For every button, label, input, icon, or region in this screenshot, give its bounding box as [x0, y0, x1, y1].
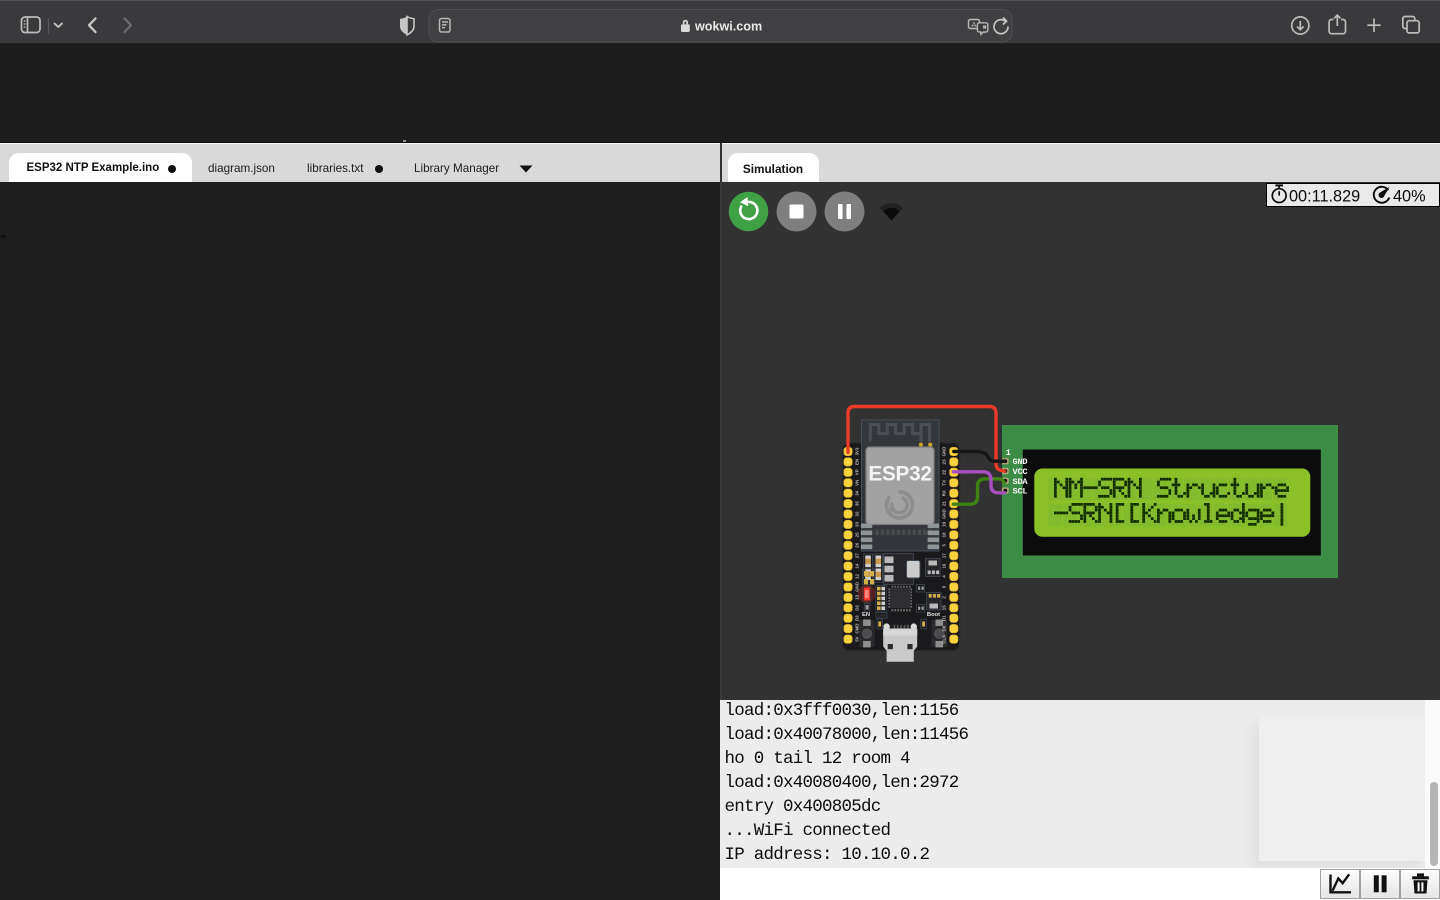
svg-text:12: 12	[855, 574, 860, 579]
svg-text:13: 13	[855, 594, 860, 599]
svg-text:TX: TX	[942, 480, 947, 486]
svg-text:19: 19	[942, 521, 947, 526]
svg-text:17: 17	[942, 553, 947, 558]
svg-text:VP: VP	[855, 469, 860, 475]
svg-text:16: 16	[942, 563, 947, 568]
svg-text:32: 32	[855, 511, 860, 516]
svg-text:22: 22	[942, 469, 947, 474]
svg-text:SDA: SDA	[1013, 477, 1029, 487]
svg-text:00:11.829: 00:11.829	[1289, 187, 1360, 205]
svg-text:40%: 40%	[1393, 187, 1426, 205]
svg-text:EN: EN	[855, 459, 860, 465]
svg-text:D2: D2	[855, 604, 860, 610]
svg-text:D0: D0	[942, 625, 947, 631]
svg-text:RX: RX	[942, 490, 947, 496]
svg-text:SCL: SCL	[1013, 487, 1028, 497]
svg-text:21: 21	[942, 501, 947, 506]
svg-text:ESP32: ESP32	[868, 463, 931, 486]
svg-text:GND: GND	[942, 447, 947, 457]
svg-text:5V: 5V	[855, 636, 860, 641]
svg-text:D1: D1	[942, 615, 947, 621]
svg-text:GND: GND	[855, 582, 860, 592]
svg-text:wokwi.com: wokwi.com	[694, 20, 762, 34]
svg-text:27: 27	[855, 553, 860, 558]
svg-text:GND: GND	[942, 509, 947, 519]
svg-text:25: 25	[855, 532, 860, 537]
svg-text:33: 33	[855, 521, 860, 526]
svg-text:23: 23	[942, 459, 947, 464]
svg-text:15: 15	[942, 605, 947, 610]
svg-text:3V3: 3V3	[855, 447, 860, 455]
svg-text:1: 1	[1006, 448, 1011, 458]
svg-text:26: 26	[855, 542, 860, 547]
svg-text:GND: GND	[1013, 457, 1028, 467]
svg-text:CLK: CLK	[942, 634, 947, 644]
svg-text:VN: VN	[855, 480, 860, 486]
svg-text:Boot: Boot	[927, 612, 940, 618]
svg-text:VCC: VCC	[1013, 467, 1028, 477]
svg-text:34: 34	[855, 490, 860, 495]
svg-text:14: 14	[855, 563, 860, 568]
svg-text:35: 35	[855, 501, 860, 506]
svg-text:18: 18	[942, 532, 947, 537]
svg-text:EN: EN	[862, 612, 870, 618]
svg-text:D3: D3	[855, 615, 860, 621]
svg-text:CMD: CMD	[855, 624, 860, 634]
svg-text:A: A	[971, 20, 976, 29]
